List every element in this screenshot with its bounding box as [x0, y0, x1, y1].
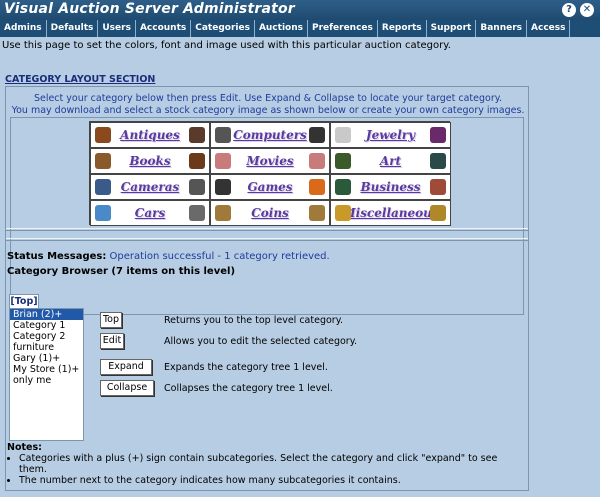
keyboard-icon [309, 127, 325, 143]
category-list-item[interactable]: furniture [10, 342, 83, 353]
nav-auctions[interactable]: Auctions [255, 20, 308, 37]
select-instruction-2: You may download and select a stock cate… [11, 105, 525, 116]
category-image-jewelry[interactable]: Jewelry [330, 122, 451, 148]
category-image-label: Antiques [120, 128, 180, 142]
category-image-label: Business [360, 180, 421, 194]
category-image-computers[interactable]: Computers [210, 122, 330, 148]
select-instruction-1: Select your category below then press Ed… [33, 93, 503, 104]
category-image-label: Jewelry [365, 128, 416, 142]
category-image-grid: Antiques Computers Jewelry Books Movies Art Ca… [89, 121, 451, 226]
note-item: The number next to the category indicate… [19, 475, 528, 486]
category-image-frame: Antiques Computers Jewelry Books Movies Art Ca… [10, 117, 524, 315]
category-image-label: Computers [233, 128, 307, 142]
nav-accounts[interactable]: Accounts [136, 20, 192, 37]
category-image-label: Games [247, 180, 293, 194]
window-title: Visual Auction Server Administrator [4, 1, 295, 17]
nav-admins[interactable]: Admins [0, 20, 47, 37]
category-image-label: Coins [251, 206, 289, 220]
divider [6, 228, 528, 231]
expand-button-description: Expands the category tree 1 level. [164, 362, 328, 373]
category-image-miscellaneous[interactable]: Miscellaneous [330, 200, 451, 226]
category-image-label: Miscellaneous [342, 206, 439, 220]
collapse-button[interactable]: Collapse [100, 380, 154, 396]
monitor-icon [215, 127, 231, 143]
nav-access[interactable]: Access [527, 20, 571, 37]
category-image-coins[interactable]: Coins [210, 200, 330, 226]
ball-icon [309, 179, 325, 195]
section-title: CATEGORY LAYOUT SECTION [5, 74, 156, 85]
gift-icon [335, 205, 351, 221]
book-icon [95, 153, 111, 169]
star-icon [215, 153, 231, 169]
notes-section: Notes: Categories with a plus (+) sign c… [7, 442, 528, 486]
nav-users[interactable]: Users [98, 20, 136, 37]
status-messages: Status Messages: Operation successful - … [7, 251, 330, 262]
main-nav: Admins Defaults Users Accounts Categorie… [0, 20, 600, 37]
category-image-label: Cameras [120, 180, 180, 194]
nav-defaults[interactable]: Defaults [47, 20, 99, 37]
ring-icon [335, 127, 351, 143]
category-list-item[interactable]: Category 2 [10, 331, 83, 342]
category-list-item[interactable]: only me [10, 375, 83, 386]
category-image-games[interactable]: Games [210, 174, 330, 200]
category-image-art[interactable]: Art [330, 148, 451, 174]
category-list-item[interactable]: My Store (1)+ [10, 364, 83, 375]
statue-icon [430, 153, 446, 169]
divider [6, 238, 528, 241]
tripod-icon [189, 179, 205, 195]
coin-icon [309, 205, 325, 221]
nav-reports[interactable]: Reports [378, 20, 427, 37]
status-message: Operation successful - 1 category retrie… [109, 251, 330, 262]
open-book-icon [189, 153, 205, 169]
edit-button[interactable]: Edit [100, 333, 124, 349]
gears-icon [430, 205, 446, 221]
category-image-label: Movies [246, 154, 294, 168]
status-label: Status Messages: [7, 251, 107, 262]
edit-button-description: Allows you to edit the selected category… [164, 336, 358, 347]
category-image-cars[interactable]: Cars [90, 200, 210, 226]
top-breadcrumb-link[interactable]: [Top] [9, 294, 39, 308]
briefcase-icon [335, 179, 351, 195]
truck-icon [189, 205, 205, 221]
category-list-item[interactable]: Brian (2)+ [10, 309, 83, 320]
category-list-item[interactable]: Category 1 [10, 320, 83, 331]
category-browser-title: Category Browser (7 items on this level) [7, 266, 236, 277]
top-button-description: Returns you to the top level category. [164, 315, 343, 326]
person-icon [430, 179, 446, 195]
category-layout-panel: Select your category below then press Ed… [5, 86, 529, 491]
category-list-item[interactable]: Gary (1)+ [10, 353, 83, 364]
top-button[interactable]: Top [100, 312, 122, 328]
chest-icon [95, 127, 111, 143]
nav-categories[interactable]: Categories [191, 20, 255, 37]
window-title-bar: Visual Auction Server Administrator ? ✕ [0, 0, 600, 20]
piano-icon [215, 179, 231, 195]
collapse-button-description: Collapses the category tree 1 level. [164, 383, 333, 394]
camera-icon [95, 179, 111, 195]
category-image-cameras[interactable]: Cameras [90, 174, 210, 200]
category-image-books[interactable]: Books [90, 148, 210, 174]
category-image-label: Cars [134, 206, 166, 220]
lamp-icon [189, 127, 205, 143]
page-intro: Use this page to set the colors, font an… [2, 40, 451, 51]
help-icon[interactable]: ? [562, 3, 576, 17]
nav-preferences[interactable]: Preferences [308, 20, 378, 37]
category-image-antiques[interactable]: Antiques [90, 122, 210, 148]
category-listbox[interactable]: Brian (2)+ Category 1 Category 2 furniture G… [9, 308, 84, 441]
painting-icon [335, 153, 351, 169]
close-icon[interactable]: ✕ [580, 3, 594, 17]
category-image-movies[interactable]: Movies [210, 148, 330, 174]
expand-button[interactable]: Expand [100, 359, 152, 375]
notes-title: Notes: [7, 442, 42, 453]
coin-icon [215, 205, 231, 221]
category-image-label: Books [129, 154, 171, 168]
nav-banners[interactable]: Banners [476, 20, 528, 37]
note-item: Categories with a plus (+) sign contain … [19, 453, 528, 475]
car-icon [95, 205, 111, 221]
category-image-label: Art [379, 154, 402, 168]
star-icon [309, 153, 325, 169]
gem-icon [430, 127, 446, 143]
category-image-business[interactable]: Business [330, 174, 451, 200]
nav-support[interactable]: Support [427, 20, 477, 37]
